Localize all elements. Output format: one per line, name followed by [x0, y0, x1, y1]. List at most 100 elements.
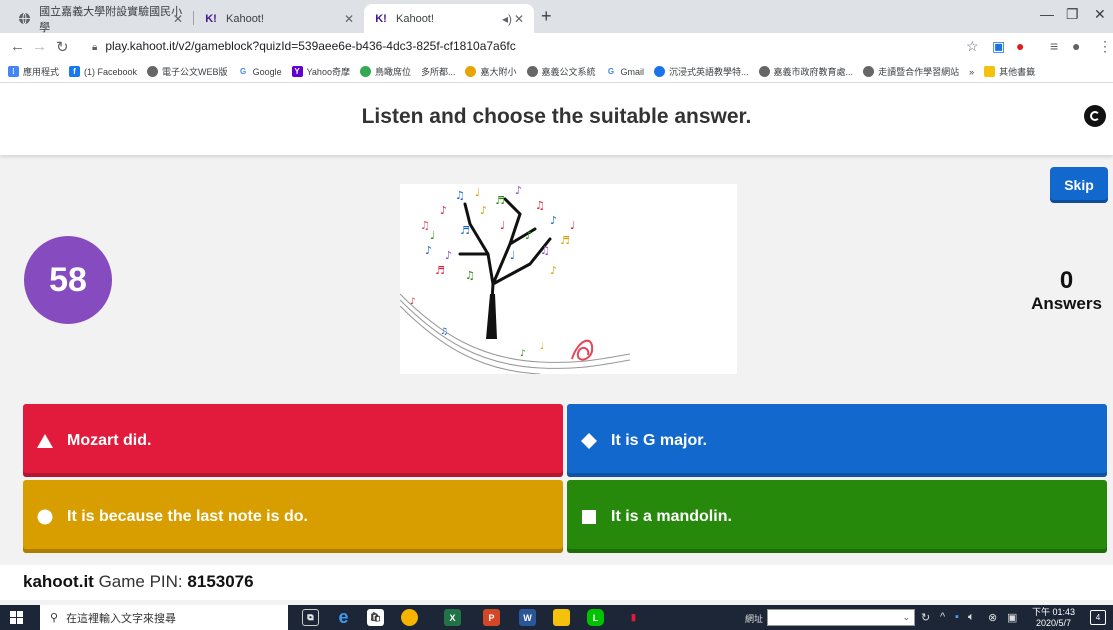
edge-icon[interactable]: e [335, 607, 352, 627]
input-method-icon[interactable]: ⊗ [988, 611, 997, 624]
svg-text:♪: ♪ [410, 297, 416, 307]
answer-triangle[interactable]: Mozart did. [23, 404, 563, 477]
bookmark-item[interactable]: 走讀暨合作學習網站 [863, 65, 959, 78]
square-icon [579, 507, 599, 527]
site-name: kahoot.it [23, 572, 94, 591]
answer-square[interactable]: It is a mandolin. [567, 480, 1107, 553]
tab-title: Kahoot! [226, 12, 264, 25]
answer-text: It is because the last note is do. [67, 507, 308, 525]
bookmark-yahoo[interactable]: Y Yahoo奇摩 [291, 65, 350, 78]
close-tab-icon[interactable]: ✕ [173, 12, 183, 26]
tab-kahoot-active[interactable]: K! Kahoot! ◂) ✕ [364, 4, 534, 33]
tab-kahoot-1[interactable]: K! Kahoot! ✕ [194, 4, 364, 33]
address-bar: ← → ↻ 🔒︎ play.kahoot.it/v2/gameblock?quiz… [0, 33, 1113, 61]
fullscreen-icon[interactable] [1084, 105, 1106, 127]
excel-icon[interactable]: X [444, 609, 461, 626]
svg-text:♪: ♪ [525, 229, 532, 242]
google-icon: G [237, 66, 249, 77]
tab-school[interactable]: 國立嘉義大學附設實驗國民小學 ✕ [8, 4, 193, 34]
bird-icon [359, 66, 371, 77]
lock-icon: 🔒︎ [92, 42, 98, 53]
close-tab-icon[interactable]: ✕ [344, 12, 354, 26]
svg-text:♩: ♩ [510, 249, 515, 262]
url-field[interactable]: 🔒︎ play.kahoot.it/v2/gameblock?quizId=539… [92, 39, 516, 53]
star-icon[interactable]: ☆ [966, 38, 979, 55]
maximize-icon[interactable]: ❐ [1066, 6, 1079, 23]
triangle-icon [35, 431, 55, 451]
game-footer: kahoot.it Game PIN: 8153076 [0, 565, 1113, 600]
chevron-up-icon[interactable]: ^ [940, 611, 945, 623]
reload-icon[interactable]: ↻ [56, 38, 69, 56]
bookmark-apps[interactable]: ⁞ 應用程式 [8, 65, 59, 78]
new-tab-button[interactable]: + [541, 6, 552, 27]
answer-circle[interactable]: It is because the last note is do. [23, 480, 563, 553]
bookmark-google[interactable]: G Google [237, 66, 282, 77]
skip-button[interactable]: Skip [1050, 167, 1108, 203]
bookmark-item[interactable]: 嘉義公文系統 [526, 65, 596, 78]
address-toolbar-input[interactable]: ⌄ [767, 609, 915, 626]
refresh-icon[interactable]: ↻ [921, 611, 930, 624]
tab-title: 國立嘉義大學附設實驗國民小學 [39, 5, 183, 34]
answer-text: It is a mandolin. [611, 507, 732, 525]
minimize-icon[interactable]: — [1040, 6, 1054, 22]
svg-text:♪: ♪ [440, 204, 447, 217]
profile-icon[interactable]: ● [1072, 38, 1080, 54]
menu-icon[interactable]: ⋮ [1098, 38, 1112, 55]
yahoo-icon: Y [291, 66, 303, 77]
svg-text:♬: ♬ [435, 264, 445, 277]
browser-tab-bar: 國立嘉義大學附設實驗國民小學 ✕ K! Kahoot! ✕ K! Kahoot!… [0, 0, 1113, 34]
svg-text:♬: ♬ [560, 234, 570, 247]
school-icon [465, 66, 477, 77]
windows-start-icon[interactable] [10, 611, 23, 624]
svg-text:♬: ♬ [495, 194, 505, 207]
svg-text:♩: ♩ [475, 186, 480, 199]
svg-text:♪: ♪ [425, 244, 432, 257]
extension-red-icon[interactable]: ● [1016, 38, 1024, 54]
bookmark-item[interactable]: 嘉義市政府教育處... [758, 65, 853, 78]
close-tab-icon[interactable]: ✕ [514, 12, 524, 26]
powerpoint-icon[interactable]: P [483, 609, 500, 626]
bookmark-other[interactable]: 其他書籤 [984, 65, 1035, 78]
forward-icon[interactable]: → [32, 38, 47, 55]
back-icon[interactable]: ← [10, 38, 25, 55]
facebook-icon: f [69, 66, 81, 77]
globe-icon [526, 66, 538, 77]
answer-diamond[interactable]: It is G major. [567, 404, 1107, 477]
system-clock[interactable]: 下午 01:43 2020/5/7 [1032, 607, 1075, 629]
search-icon: ⚲ [50, 612, 59, 624]
bookmark-item[interactable]: 電子公文WEB版 [147, 65, 228, 78]
notification-icon[interactable]: 4 [1090, 610, 1106, 625]
network-icon[interactable]: ▪ [955, 611, 959, 623]
volume-icon[interactable]: 🔈︎ [968, 611, 975, 624]
svg-text:♩: ♩ [570, 219, 575, 232]
task-view-icon[interactable]: ⧉ [302, 609, 319, 626]
reading-list-icon[interactable]: ≡ [1050, 38, 1058, 54]
file-explorer-icon[interactable] [553, 609, 570, 626]
bookmark-item[interactable]: 沉浸式英語教學特... [654, 65, 749, 78]
word-icon[interactable]: W [519, 609, 536, 626]
bookmark-gmail[interactable]: G Gmail [605, 66, 644, 77]
bookmark-facebook[interactable]: f (1) Facebook [69, 66, 137, 77]
taskbar-search[interactable]: ⚲ 在這裡輸入文字來搜尋 [40, 605, 288, 630]
answers-count-label: Answers [1031, 294, 1102, 313]
svg-text:♪: ♪ [550, 214, 557, 227]
extension-icon[interactable]: ▣ [992, 38, 1005, 55]
store-icon[interactable]: 🛍︎ [367, 609, 384, 626]
audio-playing-icon[interactable]: ◂) [502, 12, 512, 26]
bookmark-item[interactable]: 鳥瞰席位 [359, 65, 411, 78]
chrome-icon[interactable] [401, 609, 418, 626]
countdown-timer: 58 [24, 236, 112, 324]
bookmarks-overflow[interactable]: » [969, 67, 974, 77]
question-header: Listen and choose the suitable answer. [0, 83, 1113, 155]
line-icon[interactable]: L [587, 609, 604, 626]
question-image: ♪ ♫ ♩ ♬ ♪ ♫ ♪ ♬ ♩ ♪ ♫ ♬ ♩ ♪ ♫ ♪ ♩ ♬ ♫ ♪ ♪ ♩ ♪ ♫ ♩ ♪ [400, 184, 737, 374]
app-icon[interactable]: ▮ [625, 609, 642, 626]
svg-text:♬: ♬ [460, 224, 470, 237]
close-window-icon[interactable]: ✕ [1094, 6, 1106, 23]
bookmark-item[interactable]: 多所都... [421, 65, 456, 78]
kahoot-logo-icon: K! [375, 12, 387, 25]
google-icon: G [605, 66, 617, 77]
keyboard-icon[interactable]: ▣ [1007, 611, 1017, 624]
answers-counter: 0 Answers [1020, 268, 1113, 314]
bookmark-item[interactable]: 嘉大附小 [465, 65, 517, 78]
